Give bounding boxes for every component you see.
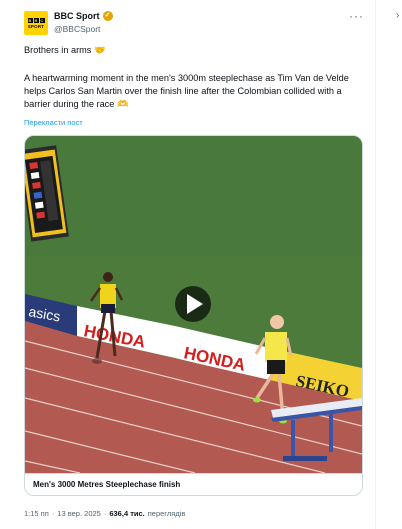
logo-letter-c: C (39, 17, 45, 23)
logo-sport-text: SPORT (27, 23, 45, 29)
verified-badge-icon[interactable]: ✓ (102, 11, 113, 21)
view-count: 636,4 тис. (109, 509, 145, 518)
post-date[interactable]: 13 вер. 2025 (57, 509, 101, 518)
video-card[interactable]: asics HONDA HONDA SEIKO (24, 135, 363, 496)
post-meta: 1:15 пп · 13 вер. 2025 · 636,4 тис. пере… (24, 509, 185, 518)
video-frame[interactable]: asics HONDA HONDA SEIKO (25, 136, 362, 473)
author-display-name[interactable]: BBC Sport (54, 11, 100, 21)
logo-letter-b1: B (27, 17, 33, 23)
post-time[interactable]: 1:15 пп (24, 509, 49, 518)
play-icon (175, 286, 211, 322)
post-article[interactable]: B B C SPORT BBC Sport ✓ @BBCSport ··· Br… (0, 0, 376, 529)
translate-post-link[interactable]: Перекласти пост (24, 118, 83, 127)
grass-shade (25, 136, 362, 256)
post-text-line1: Brothers in arms 🤝 (24, 45, 106, 55)
avatar[interactable]: B B C SPORT (24, 11, 48, 35)
logo-letter-b2: B (33, 17, 39, 23)
right-column-edge: › (377, 0, 402, 529)
more-horizontal-icon[interactable]: ··· (349, 9, 364, 23)
meta-separator: · (51, 509, 55, 518)
video-caption-bar[interactable]: Men's 3000 Metres Steeplechase finish (25, 473, 362, 495)
chevron-right-icon[interactable]: › (396, 10, 399, 21)
meta-separator-2: · (103, 509, 107, 518)
bbc-logo: B B C (27, 17, 45, 23)
video-caption: Men's 3000 Metres Steeplechase finish (33, 480, 181, 489)
author-name-row: BBC Sport ✓ (54, 11, 113, 21)
post-text-body: A heartwarming moment in the men's 3000m… (24, 73, 349, 109)
author-handle[interactable]: @BBCSport (54, 24, 100, 34)
view-count-label: переглядів (147, 509, 186, 518)
